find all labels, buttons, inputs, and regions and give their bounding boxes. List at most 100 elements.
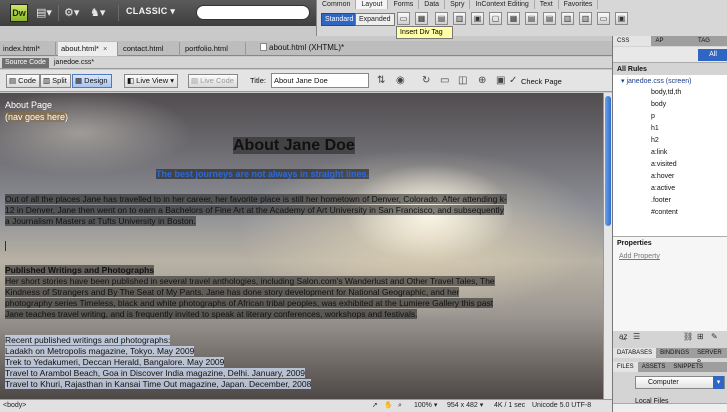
attach-stylesheet-icon[interactable]: ⛓ bbox=[683, 332, 693, 341]
tab-css-styles[interactable]: CSS STYLES bbox=[613, 36, 652, 54]
visual-aids-icon[interactable]: ▭ bbox=[440, 75, 449, 87]
document-tabs: index.html* about.html* × contact.html po… bbox=[0, 41, 612, 56]
vertical-scrollbar[interactable] bbox=[603, 93, 612, 399]
all-button[interactable]: All bbox=[698, 49, 727, 61]
recent-heading: Recent published writings and photograph… bbox=[5, 335, 171, 345]
expanded-mode-button[interactable]: Expanded bbox=[355, 13, 395, 26]
insert-tab-data[interactable]: Data bbox=[419, 0, 446, 9]
tab-assets[interactable]: ASSETS bbox=[638, 362, 670, 372]
live-code-button[interactable]: ▤ Live Code bbox=[188, 74, 238, 88]
file-management-icon[interactable]: ⇅ bbox=[377, 75, 385, 87]
tag-selector[interactable]: <body> bbox=[3, 400, 26, 412]
zoom-level[interactable]: 100% ▾ bbox=[414, 400, 437, 412]
stylesheet-item[interactable]: ▾ janedoe.css (screen) bbox=[621, 77, 691, 85]
site-select[interactable]: Computer ▾ bbox=[635, 376, 725, 389]
doc-tab-label: contact.html bbox=[123, 44, 164, 53]
insert-tab-common[interactable]: Common bbox=[317, 0, 357, 9]
css-rule[interactable]: p bbox=[651, 113, 655, 120]
insert-column-left-icon[interactable]: ▥ bbox=[561, 12, 574, 25]
css-rule[interactable]: #content bbox=[651, 209, 678, 216]
new-rule-icon[interactable]: ⊞ bbox=[697, 332, 704, 341]
zoom-tool-icon[interactable]: ⌕ bbox=[398, 400, 402, 412]
show-category-view-icon[interactable]: a͢z bbox=[619, 332, 627, 341]
css-rule[interactable]: body bbox=[651, 101, 666, 108]
check-page-icon[interactable]: ✓ bbox=[509, 75, 517, 87]
design-label: Design bbox=[84, 76, 108, 85]
doc-tab-about[interactable]: about.html* × bbox=[58, 42, 118, 56]
tab-tag-inspector[interactable]: TAG INSPE bbox=[694, 36, 727, 54]
css-rule[interactable]: h1 bbox=[651, 125, 659, 132]
insert-tab-forms[interactable]: Forms bbox=[388, 0, 420, 9]
document-path: about.html (XHTML)* bbox=[260, 43, 344, 52]
insert-row-above-icon[interactable]: ▤ bbox=[525, 12, 538, 25]
insert-tab-text[interactable]: Text bbox=[535, 0, 559, 9]
preview-browser-icon[interactable]: ◉ bbox=[396, 75, 405, 87]
published-heading-text: Published Writings and Photographs bbox=[5, 265, 155, 275]
css-rule[interactable]: a:visited bbox=[651, 161, 677, 168]
insert-tab-incontext[interactable]: InContext Editing bbox=[470, 0, 535, 9]
hand-tool-icon[interactable]: ✋ bbox=[384, 400, 393, 412]
css-rule[interactable]: a:active bbox=[651, 185, 675, 192]
source-code-button[interactable]: Source Code bbox=[2, 58, 49, 68]
files-list[interactable] bbox=[613, 403, 727, 412]
tab-server-behaviors[interactable]: SERVER B bbox=[693, 348, 727, 366]
code-view-button[interactable]: ▤ Code bbox=[6, 74, 41, 88]
spry-tabbed-panels-icon[interactable]: ▥ bbox=[453, 12, 466, 25]
doc-tab-index[interactable]: index.html* bbox=[0, 42, 56, 56]
draw-ap-div-icon[interactable]: ▦ bbox=[415, 12, 428, 25]
css-rule[interactable]: h2 bbox=[651, 137, 659, 144]
check-page-button[interactable]: Check Page bbox=[521, 77, 562, 86]
site-icon[interactable]: ♞▾ bbox=[90, 6, 105, 19]
table-icon[interactable]: ▦ bbox=[507, 12, 520, 25]
show-list-view-icon[interactable]: ☰ bbox=[633, 332, 640, 341]
insert-row-below-icon[interactable]: ▤ bbox=[543, 12, 556, 25]
insert-column-right-icon[interactable]: ▥ bbox=[579, 12, 592, 25]
css-rule[interactable]: .footer bbox=[651, 197, 671, 204]
intro-line: a Journalism Masters at Tufts University… bbox=[5, 216, 196, 227]
tab-bindings[interactable]: BINDINGS bbox=[656, 348, 693, 358]
live-view-button[interactable]: ◧ Live View ▾ bbox=[124, 74, 178, 88]
scroll-thumb[interactable] bbox=[605, 96, 611, 226]
view-options-icon[interactable]: ◫ bbox=[458, 75, 467, 87]
iframe-icon[interactable]: ▭ bbox=[597, 12, 610, 25]
window-size[interactable]: 954 x 482 ▾ bbox=[447, 400, 483, 412]
css-rule[interactable]: a:link bbox=[651, 149, 667, 156]
doc-tab-portfolio[interactable]: portfolio.html bbox=[182, 42, 246, 56]
related-file-css[interactable]: janedoe.css* bbox=[54, 58, 94, 68]
split-view-button[interactable]: ▥ Split bbox=[40, 74, 71, 88]
spry-menu-bar-icon[interactable]: ▤ bbox=[435, 12, 448, 25]
add-property-link[interactable]: Add Property bbox=[619, 253, 660, 260]
workspace-switcher[interactable]: CLASSIC ▾ bbox=[126, 6, 175, 17]
help-search-input[interactable] bbox=[196, 5, 310, 20]
tab-snippets[interactable]: SNIPPETS bbox=[669, 362, 707, 372]
frames-icon[interactable]: ▣ bbox=[615, 12, 628, 25]
close-icon[interactable]: × bbox=[103, 44, 107, 53]
tab-files[interactable]: FILES bbox=[613, 362, 638, 372]
tab-ap-elements[interactable]: AP ELEMENTS bbox=[651, 36, 694, 54]
check-browser-icon[interactable]: ⊕ bbox=[478, 75, 486, 87]
edit-rule-icon[interactable]: ✎ bbox=[711, 332, 718, 341]
tab-databases[interactable]: DATABASES bbox=[613, 348, 657, 358]
dreamweaver-logo: Dw bbox=[10, 4, 28, 22]
doc-tab-contact[interactable]: contact.html bbox=[120, 42, 180, 56]
page-title-input[interactable] bbox=[271, 73, 369, 88]
insert-div-tag-icon[interactable]: ▭ bbox=[397, 12, 410, 25]
insert-tab-favorites[interactable]: Favorites bbox=[559, 0, 599, 9]
insert-tab-spry[interactable]: Spry bbox=[445, 0, 471, 9]
recent-heading-text: Recent published writings and photograph… bbox=[5, 335, 171, 345]
design-view[interactable]: About Page (nav goes here) About Jane Do… bbox=[0, 93, 603, 399]
select-tool-icon[interactable]: ➚ bbox=[372, 400, 378, 412]
spry-collapsible-panel-icon[interactable]: ▢ bbox=[489, 12, 502, 25]
css-rule[interactable]: body,td,th bbox=[651, 89, 681, 96]
design-view-button[interactable]: ▦ Design bbox=[72, 74, 112, 88]
layout-menu-icon[interactable]: ▤▾ bbox=[36, 6, 52, 19]
intro-text: Out of all the places Jane has travelled… bbox=[5, 194, 507, 204]
standard-mode-button[interactable]: Standard bbox=[321, 13, 358, 26]
document-toolbar: ▤ Code ▥ Split ▦ Design ◧ Live View ▾ ▤ … bbox=[0, 70, 612, 92]
insert-tab-layout[interactable]: Layout bbox=[356, 0, 389, 9]
css-rule[interactable]: a:hover bbox=[651, 173, 674, 180]
extend-gear-icon[interactable]: ⚙▾ bbox=[64, 6, 79, 19]
refresh-icon[interactable]: ↻ bbox=[422, 75, 430, 87]
validate-icon[interactable]: ▣ bbox=[496, 75, 505, 87]
spry-accordion-icon[interactable]: ▣ bbox=[471, 12, 484, 25]
